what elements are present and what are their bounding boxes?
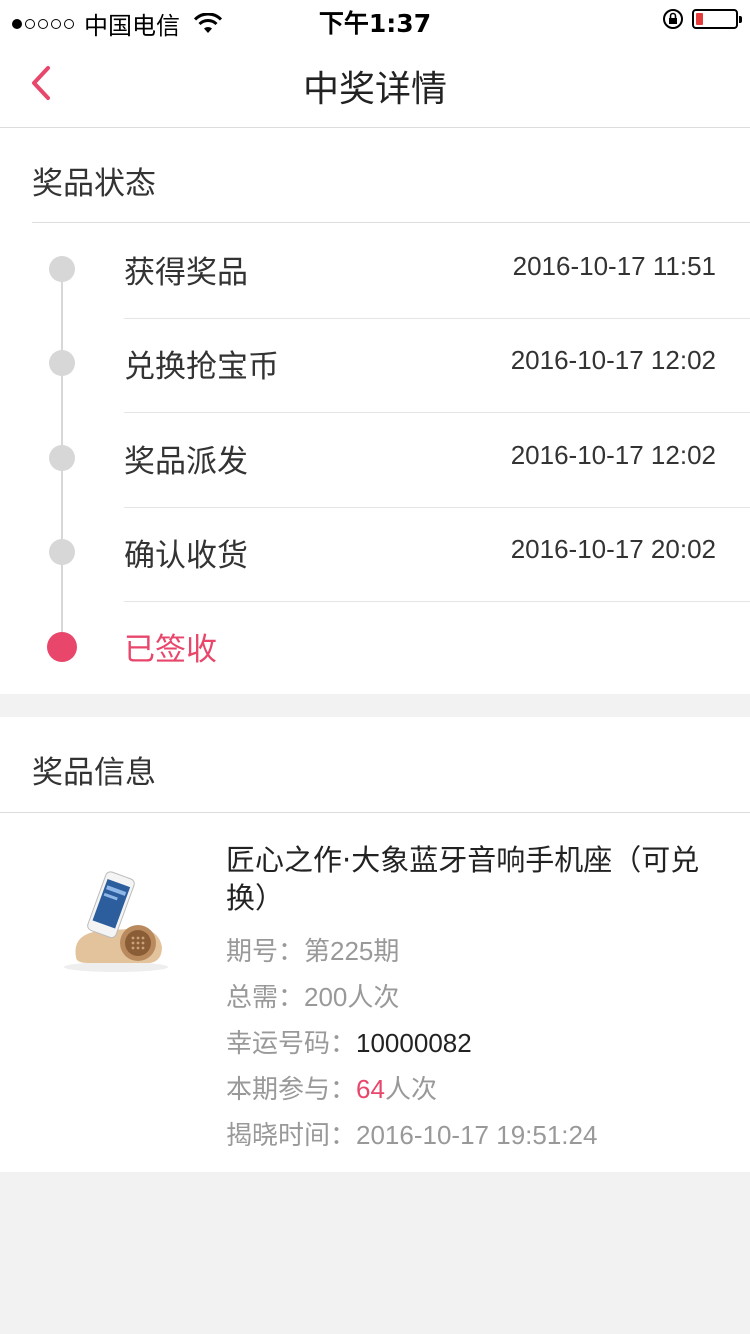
product-image[interactable] — [58, 865, 178, 975]
step-label: 兑换抢宝币 — [124, 349, 279, 385]
rotation-lock-icon — [663, 9, 683, 29]
status-time: 下午1:37 — [318, 9, 432, 38]
prize-info-section: 奖品信息 匠心之作·大象蓝牙音响手机座（可兑换） 期号：第225期 总需：200… — [0, 717, 750, 1172]
prize-status-title: 奖品状态 — [32, 166, 156, 202]
participation-row: 本期参与：64人次 — [226, 1069, 437, 1106]
divider — [0, 812, 750, 813]
step-time: 2016-10-17 11:51 — [512, 251, 716, 281]
lucky-number-value: 10000082 — [356, 1028, 472, 1058]
total-label: 总需： — [226, 982, 305, 1012]
reveal-time-label: 揭晓时间： — [226, 1120, 357, 1150]
divider — [32, 222, 750, 223]
total-value: 200人次 — [304, 982, 400, 1012]
status-bar: 中国电信 下午1:37 — [0, 0, 750, 40]
timeline-dot-active — [47, 632, 77, 662]
participation-unit: 人次 — [384, 1074, 437, 1104]
participation-count: 64 — [356, 1074, 385, 1104]
timeline-dot — [49, 256, 75, 282]
step-label: 奖品派发 — [124, 444, 248, 480]
step-label: 获得奖品 — [124, 255, 248, 291]
lucky-number-label: 幸运号码： — [226, 1028, 357, 1058]
timeline-dot — [49, 350, 75, 376]
status-right — [662, 8, 742, 30]
battery-icon — [692, 9, 742, 29]
timeline-step: 获得奖品 2016-10-17 11:51 — [0, 225, 750, 319]
timeline-step: 确认收货 2016-10-17 20:02 — [0, 508, 750, 602]
page-title: 中奖详情 — [302, 69, 447, 110]
participation-label: 本期参与： — [226, 1074, 357, 1104]
timeline-dot — [49, 445, 75, 471]
reveal-time-value: 2016-10-17 19:51:24 — [356, 1120, 598, 1150]
step-time: 2016-10-17 12:02 — [510, 440, 716, 470]
step-label: 确认收货 — [124, 538, 248, 574]
timeline-step: 兑换抢宝币 2016-10-17 12:02 — [0, 319, 750, 413]
prize-info-title: 奖品信息 — [32, 755, 156, 791]
timeline-dot — [49, 539, 75, 565]
nav-bar: 中奖详情 — [0, 40, 750, 128]
lucky-number-row: 幸运号码：10000082 — [226, 1023, 472, 1060]
product-name[interactable]: 匠心之作·大象蓝牙音响手机座（可兑换） — [226, 841, 726, 917]
timeline-step: 奖品派发 2016-10-17 12:02 — [0, 414, 750, 508]
period-row: 期号：第225期 — [226, 931, 399, 968]
step-time: 2016-10-17 12:02 — [510, 345, 716, 375]
step-label: 已签收 — [124, 632, 217, 668]
prize-status-section: 奖品状态 获得奖品 2016-10-17 11:51 兑换抢宝币 2016-10… — [0, 128, 750, 694]
reveal-time-row: 揭晓时间：2016-10-17 19:51:24 — [226, 1115, 597, 1152]
step-time: 2016-10-17 20:02 — [510, 534, 716, 564]
total-row: 总需：200人次 — [226, 977, 399, 1014]
period-value: 第225期 — [304, 936, 400, 966]
timeline-step-current: 已签收 — [0, 602, 750, 696]
period-label: 期号： — [226, 936, 305, 966]
